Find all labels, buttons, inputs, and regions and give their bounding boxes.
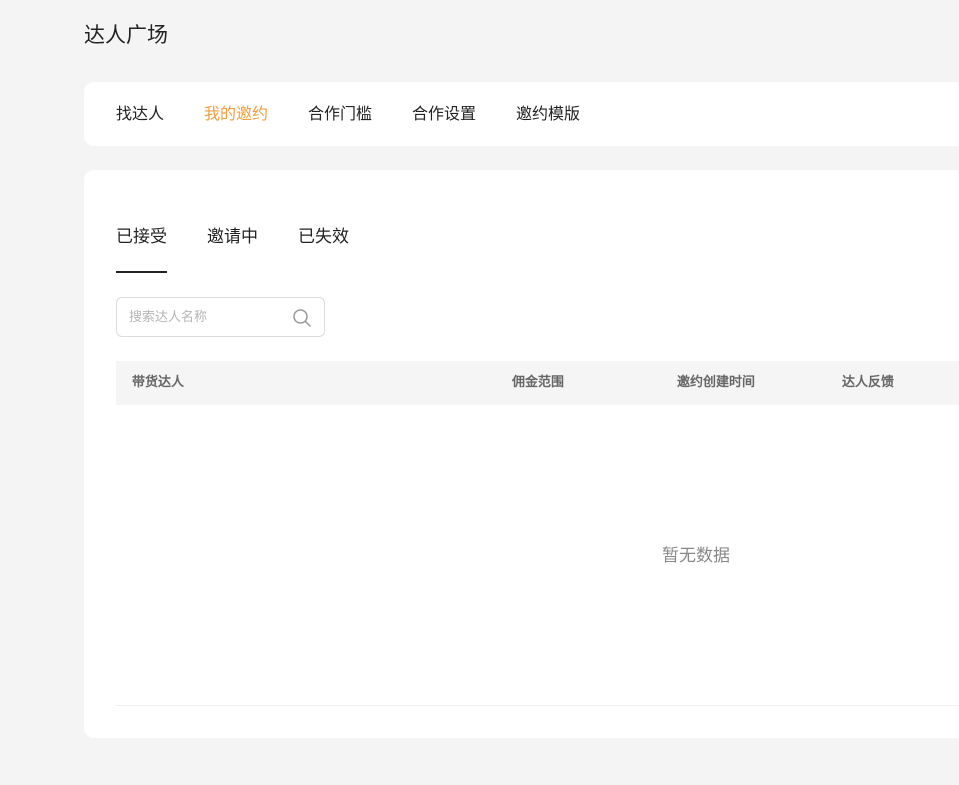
table-header: 带货达人 佣金范围 邀约创建时间 达人反馈 xyxy=(116,361,959,405)
column-header-created-time: 邀约创建时间 xyxy=(677,375,756,390)
main-card: 已接受 邀请中 已失效 带货达人 佣金范围 邀约创建时间 达人反馈 暂无数据 xyxy=(84,170,959,738)
tab-find-influencer[interactable]: 找达人 xyxy=(116,82,164,146)
empty-state-text: 暂无数据 xyxy=(662,546,730,566)
tab-cooperation-threshold[interactable]: 合作门槛 xyxy=(308,82,372,146)
tab-cooperation-settings[interactable]: 合作设置 xyxy=(412,82,476,146)
subtab-inviting[interactable]: 邀请中 xyxy=(207,222,258,252)
search-input[interactable] xyxy=(129,307,279,327)
tab-my-invitations[interactable]: 我的邀约 xyxy=(204,82,268,146)
tab-invitation-templates[interactable]: 邀约模版 xyxy=(516,82,580,146)
column-header-influencer-feedback: 达人反馈 xyxy=(842,375,895,390)
page-title: 达人广场 xyxy=(84,23,168,47)
column-header-influencer: 带货达人 xyxy=(132,375,185,390)
subtab-expired[interactable]: 已失效 xyxy=(298,222,349,252)
table-bottom-divider xyxy=(116,705,959,706)
search-icon[interactable] xyxy=(292,308,312,328)
subtab-accepted[interactable]: 已接受 xyxy=(116,222,167,252)
column-header-commission-range: 佣金范围 xyxy=(512,375,565,390)
search-box xyxy=(116,297,325,337)
active-tab-indicator xyxy=(116,271,167,273)
nav-card: 找达人 我的邀约 合作门槛 合作设置 邀约模版 xyxy=(84,82,959,146)
